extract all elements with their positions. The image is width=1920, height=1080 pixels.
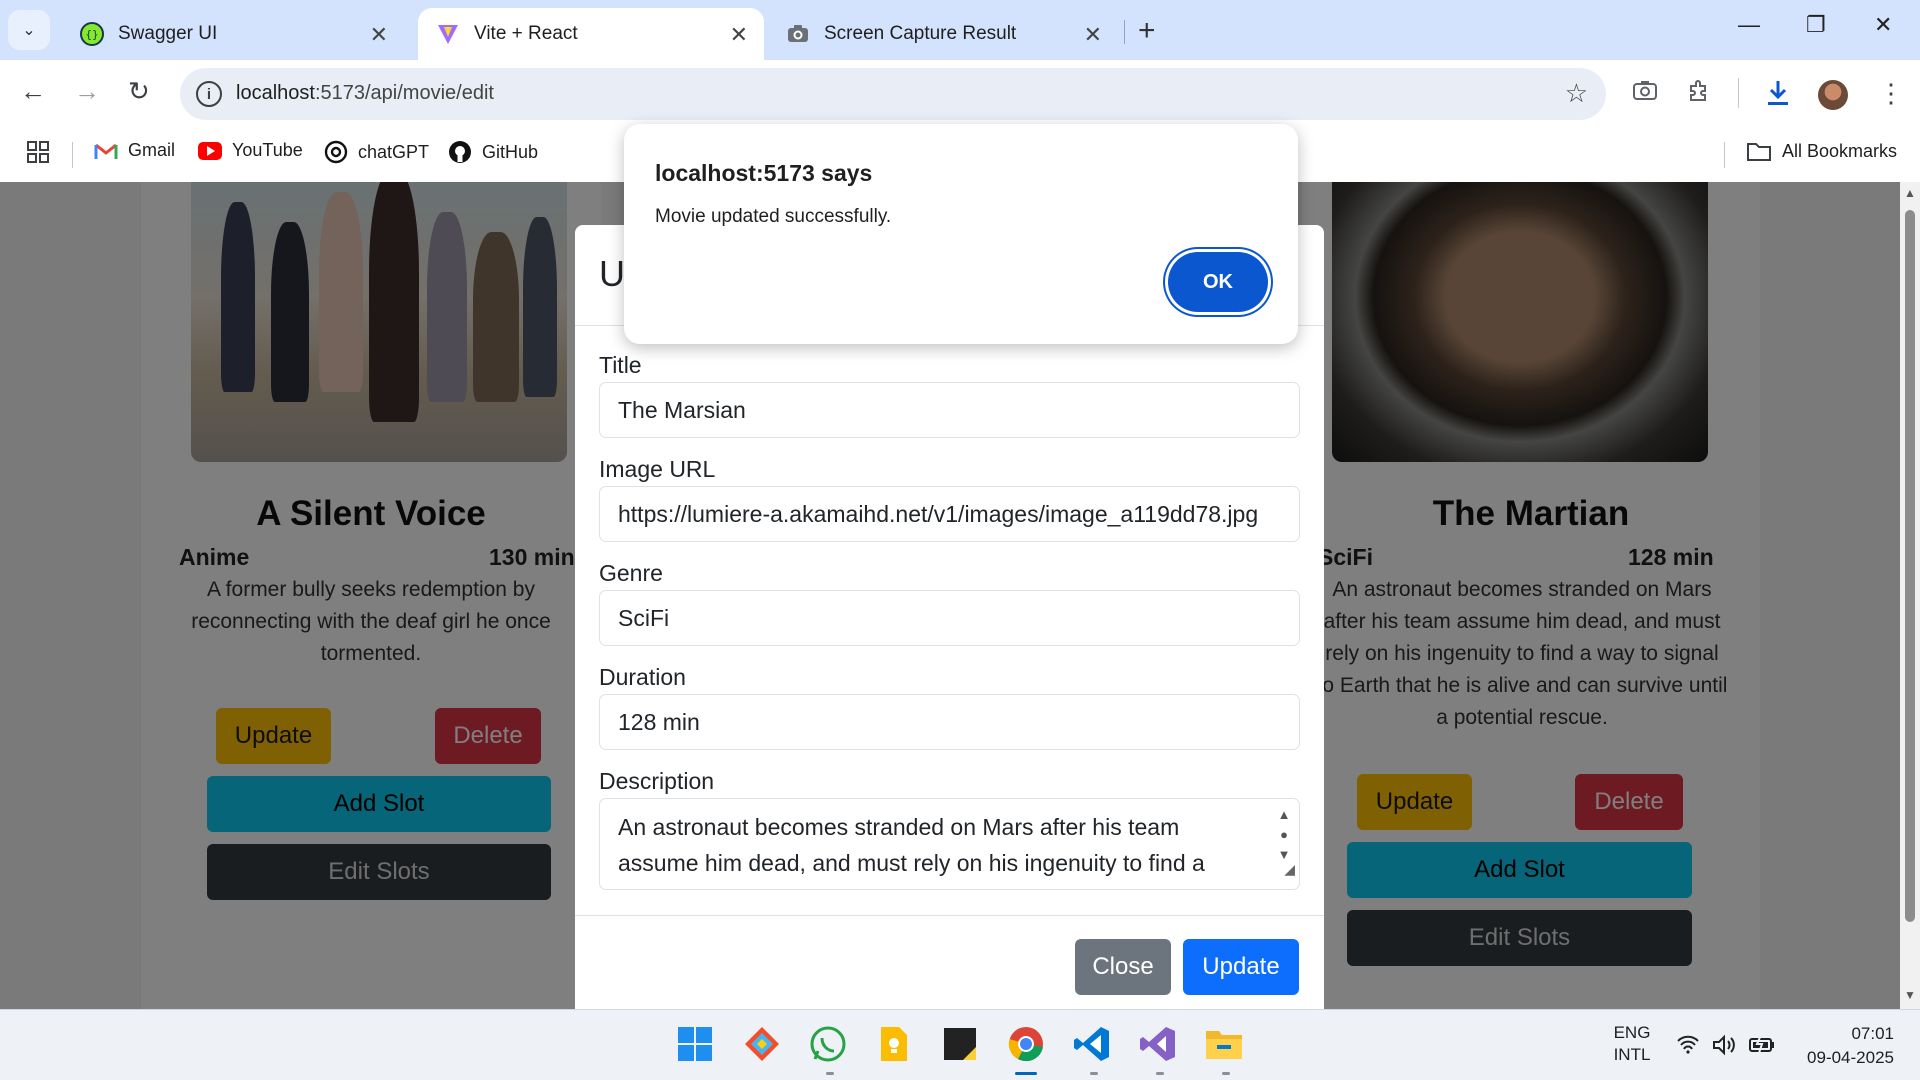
folder-icon — [1746, 140, 1772, 162]
sticky-notes-icon[interactable] — [940, 1024, 980, 1064]
genre-input[interactable]: SciFi — [599, 590, 1300, 646]
tab-vite-react[interactable]: Vite + React ✕ — [418, 8, 764, 60]
image-url-label: Image URL — [599, 456, 716, 482]
modal-footer-divider — [575, 915, 1324, 916]
new-tab-button[interactable]: + — [1138, 14, 1156, 48]
bookmark-divider — [72, 142, 73, 168]
forward-button[interactable]: → — [74, 76, 100, 107]
apps-grid-icon[interactable] — [26, 140, 50, 164]
bookmark-github[interactable]: GitHub — [448, 140, 538, 164]
description-textarea[interactable]: An astronaut becomes stranded on Mars af… — [599, 798, 1300, 890]
browser-toolbar: ← → ↻ i localhost:5173/api/movie/edit ☆ … — [0, 60, 1920, 128]
vscode-icon[interactable] — [1072, 1024, 1112, 1064]
tab-swagger-ui[interactable]: {} Swagger UI ✕ — [62, 8, 402, 60]
svg-text:{}: {} — [85, 28, 98, 41]
github-icon — [448, 140, 472, 164]
title-label: Title — [599, 352, 642, 378]
all-bookmarks-button[interactable]: All Bookmarks — [1746, 140, 1897, 162]
bookmark-youtube[interactable]: YouTube — [198, 140, 303, 161]
title-input[interactable]: The Marsian — [599, 382, 1300, 438]
url-text[interactable]: localhost:5173/api/movie/edit — [236, 82, 494, 105]
description-label: Description — [599, 768, 715, 794]
battery-icon[interactable] — [1748, 1034, 1776, 1059]
file-explorer-icon[interactable] — [1204, 1024, 1244, 1064]
modal-title: U — [599, 253, 625, 294]
screenshot-camera-icon[interactable] — [1632, 78, 1658, 109]
scrollbar-thumb[interactable] — [1905, 210, 1915, 922]
download-icon[interactable] — [1764, 78, 1792, 115]
site-info-icon[interactable]: i — [196, 81, 222, 107]
keep-notes-icon[interactable] — [874, 1024, 914, 1064]
gmail-icon — [94, 141, 118, 161]
language-indicator[interactable]: ENG INTL — [1612, 1022, 1652, 1066]
running-indicator — [826, 1072, 834, 1075]
running-indicator — [1090, 1072, 1098, 1075]
toolbar-divider — [1738, 78, 1739, 108]
wifi-icon[interactable] — [1676, 1034, 1700, 1059]
camera-icon — [786, 22, 810, 46]
browser-tab-strip: ⌄ {} Swagger UI ✕ Vite + React ✕ Screen … — [0, 0, 1920, 60]
resize-grip-icon[interactable]: ◢ — [1284, 851, 1295, 887]
back-button[interactable]: ← — [20, 76, 46, 107]
profile-avatar[interactable] — [1818, 80, 1848, 110]
address-bar[interactable]: i localhost:5173/api/movie/edit ☆ — [180, 68, 1606, 120]
windows-start-icon[interactable] — [675, 1024, 715, 1064]
menu-kebab-icon[interactable]: ⋮ — [1878, 78, 1904, 109]
restore-button[interactable]: ❐ — [1806, 12, 1826, 38]
tab-screen-capture[interactable]: Screen Capture Result ✕ — [768, 8, 1116, 60]
youtube-icon — [198, 141, 222, 160]
tab-title: Screen Capture Result — [824, 23, 1017, 44]
close-icon[interactable]: ✕ — [1084, 22, 1102, 48]
extensions-icon[interactable] — [1686, 78, 1712, 111]
volume-icon[interactable] — [1712, 1034, 1738, 1061]
chrome-icon[interactable] — [1006, 1024, 1046, 1064]
genre-label: Genre — [599, 560, 663, 586]
bookmark-divider — [1724, 142, 1725, 168]
swagger-icon: {} — [80, 22, 104, 46]
alert-ok-button[interactable]: OK — [1168, 252, 1268, 312]
scroll-up-arrow-icon[interactable]: ▲ — [1904, 186, 1916, 200]
close-icon[interactable]: ✕ — [730, 22, 748, 48]
vite-icon — [436, 22, 460, 46]
scroll-down-arrow-icon[interactable]: ▼ — [1904, 988, 1916, 1002]
chevron-down-icon: ⌄ — [22, 22, 36, 39]
modal-close-button[interactable]: Close — [1075, 939, 1171, 995]
duration-input[interactable]: 128 min — [599, 694, 1300, 750]
tab-title: Vite + React — [474, 23, 578, 44]
running-indicator — [1156, 1072, 1164, 1075]
window-close-button[interactable]: ✕ — [1874, 12, 1892, 38]
alert-title: localhost:5173 says — [655, 160, 873, 186]
bookmark-gmail[interactable]: Gmail — [94, 140, 175, 161]
duration-label: Duration — [599, 664, 686, 690]
bookmark-chatgpt[interactable]: chatGPT — [324, 140, 429, 164]
whatsapp-icon[interactable] — [808, 1024, 848, 1064]
reload-button[interactable]: ↻ — [128, 76, 150, 107]
tab-title: Swagger UI — [118, 23, 218, 44]
modal-update-button[interactable]: Update — [1183, 939, 1299, 995]
close-icon[interactable]: ✕ — [370, 22, 388, 48]
system-clock[interactable]: 07:01 09-04-2025 — [1807, 1022, 1894, 1070]
bookmark-star-icon[interactable]: ☆ — [1565, 78, 1588, 109]
git-app-icon[interactable] — [742, 1024, 782, 1064]
page-scrollbar[interactable]: ▲ ▼ — [1900, 182, 1920, 1009]
alert-message: Movie updated successfully. — [655, 206, 892, 227]
chatgpt-icon — [324, 140, 348, 164]
running-indicator — [1015, 1072, 1037, 1075]
minimize-button[interactable]: — — [1738, 12, 1760, 38]
visual-studio-icon[interactable] — [1138, 1024, 1178, 1064]
tab-divider — [1124, 20, 1125, 44]
tab-search-button[interactable]: ⌄ — [8, 10, 50, 50]
running-indicator — [1222, 1072, 1230, 1075]
alert-dialog: localhost:5173 says Movie updated succes… — [624, 124, 1298, 344]
image-url-input[interactable]: https://lumiere-a.akamaihd.net/v1/images… — [599, 486, 1300, 542]
taskbar: ENG INTL 07:01 09-04-2025 — [0, 1009, 1920, 1080]
